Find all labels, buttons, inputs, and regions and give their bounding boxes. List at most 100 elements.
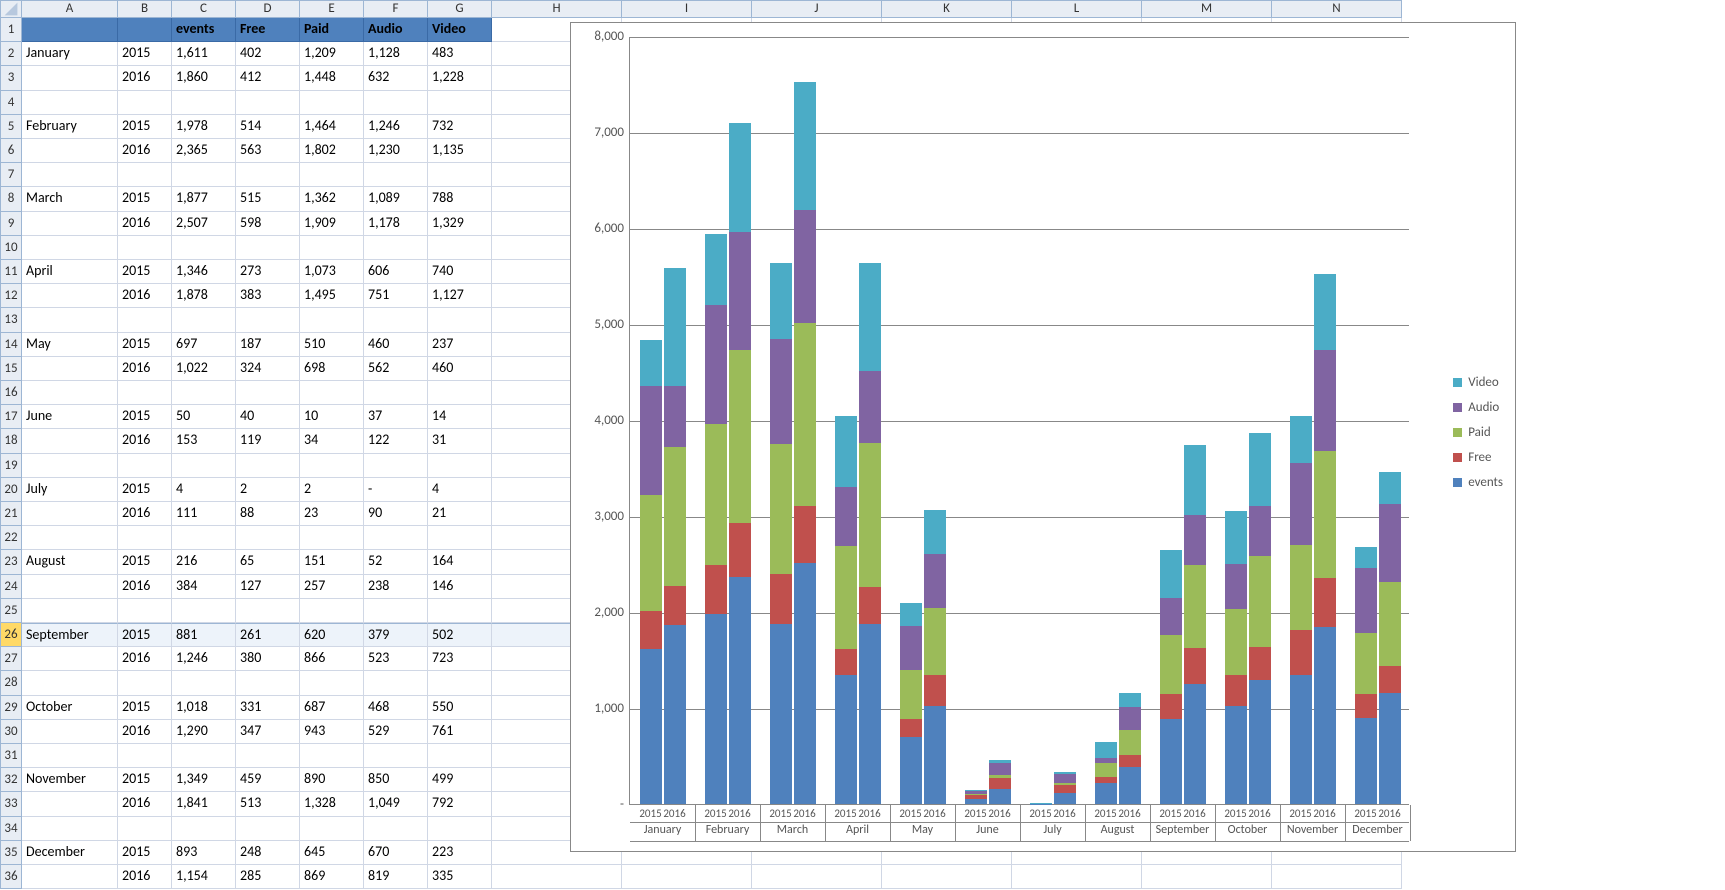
cell-G35[interactable]: 223 [428, 841, 492, 865]
cell-H36[interactable] [492, 865, 622, 889]
cell-E3[interactable]: 1,448 [300, 66, 364, 90]
cell-F14[interactable]: 460 [364, 333, 428, 357]
cell-F27[interactable]: 523 [364, 647, 428, 671]
cell-G26[interactable]: 502 [428, 623, 492, 647]
cell-E26[interactable]: 620 [300, 623, 364, 647]
cell-G9[interactable]: 1,329 [428, 212, 492, 236]
cell-D4[interactable] [236, 91, 300, 115]
cell-C22[interactable] [172, 526, 236, 550]
cell-F17[interactable]: 37 [364, 405, 428, 429]
cell-D26[interactable]: 261 [236, 623, 300, 647]
cell-B36[interactable]: 2016 [118, 865, 172, 889]
cell-C11[interactable]: 1,346 [172, 260, 236, 284]
cell-C12[interactable]: 1,878 [172, 284, 236, 308]
cell-F16[interactable] [364, 381, 428, 405]
cell-E18[interactable]: 34 [300, 429, 364, 453]
column-header-A[interactable]: A [22, 0, 118, 18]
cell-A28[interactable] [22, 671, 118, 695]
cell-C30[interactable]: 1,290 [172, 720, 236, 744]
cell-B30[interactable]: 2016 [118, 720, 172, 744]
cell-D8[interactable]: 515 [236, 187, 300, 211]
cell-E10[interactable] [300, 236, 364, 260]
cell-G6[interactable]: 1,135 [428, 139, 492, 163]
cell-B24[interactable]: 2016 [118, 575, 172, 599]
row-header-6[interactable]: 6 [0, 139, 22, 163]
cell-E12[interactable]: 1,495 [300, 284, 364, 308]
cell-G23[interactable]: 164 [428, 550, 492, 574]
cell-G15[interactable]: 460 [428, 357, 492, 381]
cell-F29[interactable]: 468 [364, 696, 428, 720]
cell-G2[interactable]: 483 [428, 42, 492, 66]
cell-A35[interactable]: December [22, 841, 118, 865]
cell-G34[interactable] [428, 817, 492, 841]
cell-F22[interactable] [364, 526, 428, 550]
cell-B26[interactable]: 2015 [118, 623, 172, 647]
row-header-34[interactable]: 34 [0, 817, 22, 841]
cell-A24[interactable] [22, 575, 118, 599]
cell-F34[interactable] [364, 817, 428, 841]
cell-B28[interactable] [118, 671, 172, 695]
cell-G12[interactable]: 1,127 [428, 284, 492, 308]
cell-C2[interactable]: 1,611 [172, 42, 236, 66]
cell-A5[interactable]: February [22, 115, 118, 139]
cell-C17[interactable]: 50 [172, 405, 236, 429]
cell-C28[interactable] [172, 671, 236, 695]
row-header-26[interactable]: 26 [0, 623, 22, 647]
cell-A3[interactable] [22, 66, 118, 90]
cell-G11[interactable]: 740 [428, 260, 492, 284]
cell-D7[interactable] [236, 163, 300, 187]
cell-E16[interactable] [300, 381, 364, 405]
cell-G4[interactable] [428, 91, 492, 115]
cell-C10[interactable] [172, 236, 236, 260]
row-header-32[interactable]: 32 [0, 768, 22, 792]
row-header-23[interactable]: 23 [0, 550, 22, 574]
cell-E31[interactable] [300, 744, 364, 768]
cell-A26[interactable]: September [22, 623, 118, 647]
cell-D27[interactable]: 380 [236, 647, 300, 671]
row-header-20[interactable]: 20 [0, 478, 22, 502]
cell-D16[interactable] [236, 381, 300, 405]
cell-M36[interactable] [1142, 865, 1272, 889]
cell-F28[interactable] [364, 671, 428, 695]
cell-A15[interactable] [22, 357, 118, 381]
cell-E33[interactable]: 1,328 [300, 792, 364, 816]
cell-E19[interactable] [300, 454, 364, 478]
cell-B35[interactable]: 2015 [118, 841, 172, 865]
cell-C9[interactable]: 2,507 [172, 212, 236, 236]
cell-A10[interactable] [22, 236, 118, 260]
cell-C6[interactable]: 2,365 [172, 139, 236, 163]
cell-D35[interactable]: 248 [236, 841, 300, 865]
cell-B34[interactable] [118, 817, 172, 841]
cell-F7[interactable] [364, 163, 428, 187]
cell-E4[interactable] [300, 91, 364, 115]
cell-B1[interactable] [118, 18, 172, 42]
cell-D21[interactable]: 88 [236, 502, 300, 526]
row-header-13[interactable]: 13 [0, 308, 22, 332]
cell-A34[interactable] [22, 817, 118, 841]
cell-G27[interactable]: 723 [428, 647, 492, 671]
cell-B20[interactable]: 2015 [118, 478, 172, 502]
cell-D34[interactable] [236, 817, 300, 841]
row-header-12[interactable]: 12 [0, 284, 22, 308]
cell-D6[interactable]: 563 [236, 139, 300, 163]
cell-C23[interactable]: 216 [172, 550, 236, 574]
cell-A1[interactable] [22, 18, 118, 42]
cell-B23[interactable]: 2015 [118, 550, 172, 574]
cell-E11[interactable]: 1,073 [300, 260, 364, 284]
cell-G30[interactable]: 761 [428, 720, 492, 744]
cell-A27[interactable] [22, 647, 118, 671]
cell-D36[interactable]: 285 [236, 865, 300, 889]
cell-E9[interactable]: 1,909 [300, 212, 364, 236]
cell-G17[interactable]: 14 [428, 405, 492, 429]
cell-C29[interactable]: 1,018 [172, 696, 236, 720]
cell-C16[interactable] [172, 381, 236, 405]
cell-G10[interactable] [428, 236, 492, 260]
row-header-19[interactable]: 19 [0, 454, 22, 478]
row-header-14[interactable]: 14 [0, 333, 22, 357]
cell-B10[interactable] [118, 236, 172, 260]
cell-D23[interactable]: 65 [236, 550, 300, 574]
cell-A25[interactable] [22, 599, 118, 623]
cell-I36[interactable] [622, 865, 752, 889]
cell-F33[interactable]: 1,049 [364, 792, 428, 816]
cell-C35[interactable]: 893 [172, 841, 236, 865]
